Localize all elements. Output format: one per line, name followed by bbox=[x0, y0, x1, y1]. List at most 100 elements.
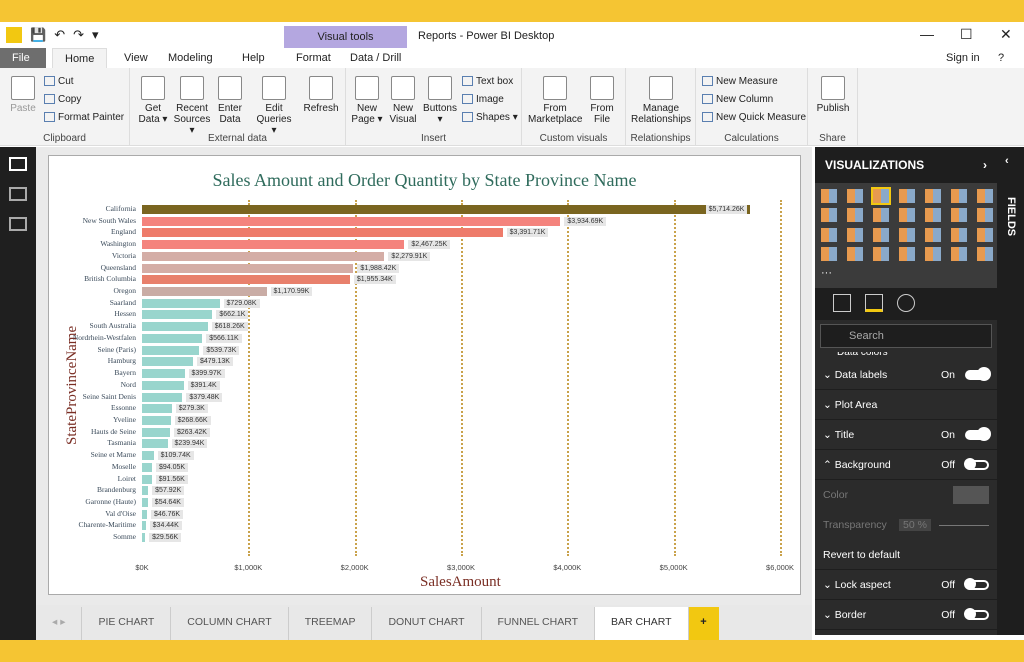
transparency-slider[interactable] bbox=[939, 524, 989, 526]
data-colors-row[interactable]: Data colors bbox=[815, 352, 997, 360]
bar[interactable] bbox=[142, 287, 267, 297]
visual-type-icon[interactable] bbox=[873, 227, 889, 242]
visual-type-icon[interactable] bbox=[977, 189, 993, 203]
visual-type-icon[interactable] bbox=[899, 189, 915, 203]
background-row[interactable]: ⌃ Background Off bbox=[815, 450, 997, 480]
collapse-chevron-icon[interactable]: › bbox=[983, 147, 987, 183]
visual-type-icon[interactable] bbox=[951, 189, 967, 203]
new-quick-measure-button[interactable]: New Quick Measure bbox=[702, 112, 806, 123]
tab-home[interactable]: Home bbox=[52, 48, 108, 69]
visual-type-icon[interactable] bbox=[847, 227, 863, 242]
visual-type-icon[interactable] bbox=[821, 227, 837, 242]
bar[interactable] bbox=[142, 427, 170, 437]
page-tab-pie-chart[interactable]: PIE CHART bbox=[82, 607, 172, 640]
visual-type-icon[interactable] bbox=[951, 227, 967, 242]
revert-to-default-link[interactable]: Revert to default bbox=[815, 540, 997, 570]
more-visuals-icon[interactable]: ··· bbox=[821, 267, 837, 281]
paste-button[interactable]: Paste bbox=[8, 76, 38, 114]
bar[interactable] bbox=[142, 474, 152, 484]
bar[interactable] bbox=[142, 498, 148, 507]
bar[interactable] bbox=[142, 462, 152, 472]
transparency-input[interactable]: 50 % bbox=[899, 519, 931, 531]
bar[interactable] bbox=[142, 228, 503, 238]
visual-type-icon[interactable] bbox=[847, 247, 863, 262]
page-tab-funnel-chart[interactable]: FUNNEL CHART bbox=[482, 607, 596, 640]
help-icon[interactable]: ? bbox=[986, 48, 1016, 69]
tab-help[interactable]: Help bbox=[230, 48, 277, 69]
customize-dropdown-icon[interactable]: ▾ bbox=[92, 27, 99, 43]
bar[interactable] bbox=[142, 509, 147, 519]
shapes-button[interactable]: Shapes ▾ bbox=[462, 112, 518, 123]
bar[interactable] bbox=[142, 439, 168, 449]
model-view-icon[interactable] bbox=[9, 217, 27, 231]
copy-button[interactable]: Copy bbox=[44, 94, 81, 105]
add-page-button[interactable]: + bbox=[688, 607, 719, 640]
sign-in-link[interactable]: Sign in bbox=[934, 48, 992, 69]
bar[interactable] bbox=[142, 369, 185, 379]
fields-well-icon[interactable] bbox=[833, 294, 851, 312]
bar[interactable] bbox=[142, 533, 146, 543]
new-measure-button[interactable]: New Measure bbox=[702, 76, 778, 87]
visual-type-icon[interactable] bbox=[821, 208, 837, 223]
save-icon[interactable]: 💾 bbox=[30, 27, 46, 43]
bar[interactable] bbox=[142, 275, 350, 285]
data-labels-row[interactable]: ⌄ Data labels On bbox=[815, 360, 997, 390]
edit-queries-button[interactable]: Edit Queries ▾ bbox=[254, 76, 294, 136]
plot-area-row[interactable]: ⌄ Plot Area bbox=[815, 390, 997, 420]
bar[interactable] bbox=[142, 486, 149, 496]
bar[interactable] bbox=[142, 205, 750, 214]
bar[interactable] bbox=[142, 333, 203, 343]
visual-type-icon[interactable] bbox=[951, 208, 967, 223]
visual-type-icon[interactable] bbox=[925, 227, 941, 242]
visual-type-icon[interactable] bbox=[899, 208, 915, 223]
new-column-button[interactable]: New Column bbox=[702, 94, 773, 105]
get-data-button[interactable]: Get Data ▾ bbox=[136, 76, 170, 125]
tab-file[interactable]: File bbox=[0, 48, 46, 69]
bar[interactable] bbox=[142, 380, 184, 390]
bar[interactable] bbox=[142, 251, 385, 261]
visual-type-icon[interactable] bbox=[847, 189, 863, 203]
page-tab-treemap[interactable]: TREEMAP bbox=[289, 607, 373, 640]
visual-type-icon[interactable] bbox=[871, 187, 891, 205]
new-page-button[interactable]: New Page ▾ bbox=[350, 76, 384, 125]
text-box-button[interactable]: Text box bbox=[462, 76, 513, 87]
border-row[interactable]: ⌄ Border Off bbox=[815, 600, 997, 630]
page-tab-column-chart[interactable]: COLUMN CHART bbox=[171, 607, 289, 640]
publish-button[interactable]: Publish bbox=[814, 76, 852, 114]
visual-type-icon[interactable] bbox=[977, 208, 993, 223]
visual-type-icon[interactable] bbox=[977, 227, 993, 242]
bar[interactable] bbox=[142, 298, 220, 308]
background-toggle[interactable] bbox=[964, 457, 989, 470]
visual-type-icon[interactable] bbox=[925, 189, 941, 203]
format-paint-roller-icon[interactable] bbox=[865, 294, 883, 312]
bar[interactable] bbox=[142, 216, 561, 226]
title-row[interactable]: ⌄ Title On bbox=[815, 420, 997, 450]
report-view-icon[interactable] bbox=[9, 157, 27, 171]
visual-type-icon[interactable] bbox=[821, 189, 837, 203]
close-button[interactable]: ✕ bbox=[1000, 26, 1012, 43]
maximize-button[interactable]: ☐ bbox=[960, 26, 973, 43]
bar[interactable] bbox=[142, 404, 172, 414]
from-file-button[interactable]: From File bbox=[586, 76, 618, 125]
analytics-icon[interactable] bbox=[897, 294, 915, 312]
page-tab-donut-chart[interactable]: DONUT CHART bbox=[372, 607, 482, 640]
enter-data-button[interactable]: Enter Data bbox=[214, 76, 246, 125]
fields-pane-collapsed[interactable]: ‹ FIELDS bbox=[997, 147, 1024, 635]
tab-view[interactable]: View bbox=[112, 48, 160, 69]
redo-icon[interactable]: ↷ bbox=[73, 27, 84, 43]
bar[interactable] bbox=[142, 263, 354, 273]
from-marketplace-button[interactable]: From Marketplace bbox=[528, 76, 582, 125]
page-scroll-arrows[interactable]: ◂ ▸ bbox=[36, 607, 83, 640]
minimize-button[interactable]: — bbox=[920, 26, 934, 42]
bar[interactable] bbox=[142, 240, 405, 250]
visual-type-icon[interactable] bbox=[951, 247, 967, 262]
tab-format[interactable]: Format bbox=[284, 48, 343, 69]
format-painter-button[interactable]: Format Painter bbox=[44, 112, 124, 123]
undo-icon[interactable]: ↶ bbox=[54, 27, 65, 43]
lock-aspect-row[interactable]: ⌄ Lock aspect Off bbox=[815, 570, 997, 600]
visual-type-icon[interactable] bbox=[899, 227, 915, 242]
bar[interactable] bbox=[142, 310, 213, 320]
manage-relationships-button[interactable]: Manage Relationships bbox=[628, 76, 694, 125]
refresh-button[interactable]: Refresh bbox=[302, 76, 340, 114]
data-labels-toggle[interactable] bbox=[965, 366, 991, 381]
